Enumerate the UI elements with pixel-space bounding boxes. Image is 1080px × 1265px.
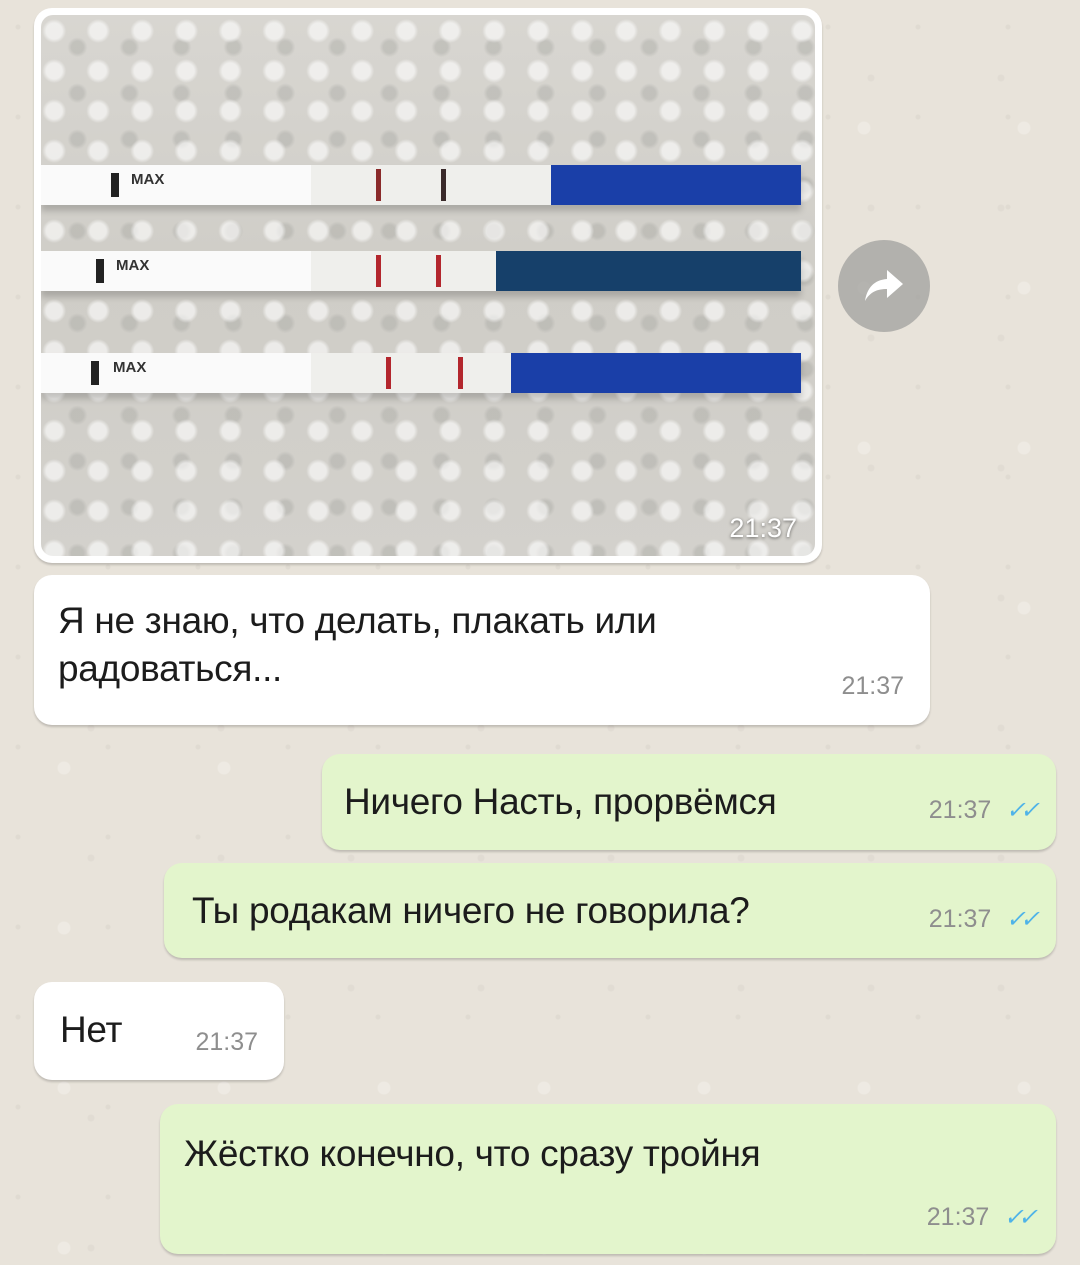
message-time: 21:37 [729,513,797,543]
pregnancy-tests-photo[interactable]: MAX MAX MAX 21:37 [41,15,815,556]
message-meta: 21:37 ✓✓ [928,796,1040,825]
message-time: 21:37 [928,796,992,824]
message-text: Нет [60,1009,123,1050]
message-time: 21:37 [841,672,904,700]
forward-button[interactable] [838,240,930,332]
incoming-message[interactable]: Нет 21:37 [34,982,284,1080]
strip-max-label: MAX [131,171,165,188]
test-strip: MAX [41,353,801,393]
message-text: Жёстко конечно, что сразу тройня [184,1133,761,1174]
outgoing-message[interactable]: Ты родакам ничего не говорила? 21:37 ✓✓ [164,863,1056,958]
double-check-icon: ✓✓ [1005,906,1040,933]
message-time: 21:37 [928,905,992,933]
outgoing-message[interactable]: Ничего Насть, прорвёмся 21:37 ✓✓ [322,754,1056,850]
message-time: 21:37 [195,1028,258,1056]
strip-max-label: MAX [116,257,150,274]
outgoing-message[interactable]: Жёстко конечно, что сразу тройня 21:37 ✓… [160,1104,1056,1254]
message-text: Ты родакам ничего не говорила? [192,890,750,931]
double-check-icon: ✓✓ [1003,1204,1038,1231]
incoming-message[interactable]: Я не знаю, что делать, плакать или радов… [34,575,930,725]
message-meta: 21:37 ✓✓ [926,1203,1038,1232]
strip-max-label: MAX [113,359,147,376]
double-check-icon: ✓✓ [1005,797,1040,824]
message-text: Я не знаю, что делать, плакать или [58,600,657,641]
message-meta: 21:37 ✓✓ [928,905,1040,934]
test-strip: MAX [41,251,801,291]
image-message-bubble[interactable]: MAX MAX MAX 21:37 [34,8,822,563]
message-time: 21:37 [926,1203,990,1231]
message-text: радоваться... [58,648,283,689]
message-text: Ничего Насть, прорвёмся [344,781,777,822]
forward-arrow-icon [865,270,903,301]
test-strip: MAX [41,165,801,205]
